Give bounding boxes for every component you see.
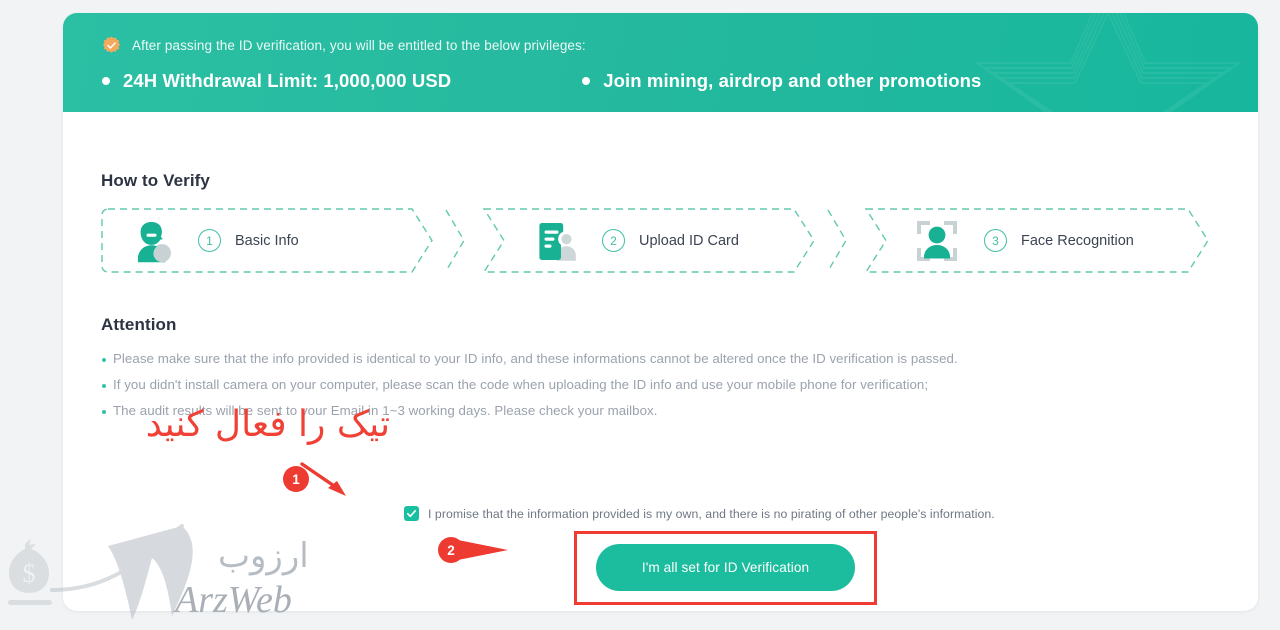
step-basic-info[interactable]: 1 Basic Info xyxy=(100,201,440,280)
step-separator-chevron-icon xyxy=(827,209,847,272)
banner-note-text: After passing the ID verification, you w… xyxy=(132,38,586,53)
perk-label: 24H Withdrawal Limit: 1,000,000 USD xyxy=(123,70,452,91)
step-label: Face Recognition xyxy=(1021,232,1134,249)
consent-row[interactable]: I promise that the information provided … xyxy=(404,506,995,521)
perk-label: Join mining, airdrop and other promotion… xyxy=(603,70,982,91)
step-separator-chevron-icon xyxy=(445,209,465,272)
face-scan-icon xyxy=(912,216,962,266)
step-number: 3 xyxy=(984,229,1007,252)
id-document-icon xyxy=(530,216,580,266)
page-title-how-to-verify: How to Verify xyxy=(101,171,210,190)
perk-item: 24H Withdrawal Limit: 1,000,000 USD xyxy=(102,70,451,92)
annotation-marker-1: 1 xyxy=(283,466,309,492)
privileges-banner: After passing the ID verification, you w… xyxy=(63,13,1258,112)
submit-id-verification-button[interactable]: I'm all set for ID Verification xyxy=(596,544,855,591)
bullet-dot-icon xyxy=(582,77,591,85)
attention-note-text: Please make sure that the info provided … xyxy=(113,351,958,366)
person-badge-icon xyxy=(126,216,176,266)
check-icon xyxy=(406,510,417,518)
consent-checkbox[interactable] xyxy=(404,506,419,521)
step-face-recognition[interactable]: 3 Face Recognition xyxy=(864,201,1216,280)
screenshot-stage: After passing the ID verification, you w… xyxy=(0,0,1280,630)
verification-steps: 1 Basic Info 2 Upload ID Card 3 Face Rec… xyxy=(100,201,1217,280)
star-outline-decoration xyxy=(973,13,1243,112)
perk-item: Join mining, airdrop and other promotion… xyxy=(582,70,981,92)
annotation-persian-instruction: تیک را فعال کنید xyxy=(145,404,390,445)
page-title-attention: Attention xyxy=(101,315,177,334)
step-label: Basic Info xyxy=(235,232,299,249)
submit-highlight-box: I'm all set for ID Verification xyxy=(574,531,877,605)
bullet-dot-icon xyxy=(102,77,110,85)
annotation-marker-2: 2 xyxy=(438,537,464,563)
watermark-persian-text: ارزوب xyxy=(218,536,309,576)
attention-note-text: If you didn't install camera on your com… xyxy=(113,377,929,392)
verified-rosette-icon xyxy=(102,36,121,55)
step-number: 1 xyxy=(198,229,221,252)
bullet-dot-icon xyxy=(102,410,106,414)
banner-note-row: After passing the ID verification, you w… xyxy=(102,36,586,55)
step-upload-id-card[interactable]: 2 Upload ID Card xyxy=(482,201,822,280)
banner-perks-row: 24H Withdrawal Limit: 1,000,000 USD Join… xyxy=(102,70,981,92)
svg-text:$: $ xyxy=(23,559,36,588)
annotation-arrow-1-icon xyxy=(300,462,346,496)
consent-label: I promise that the information provided … xyxy=(428,506,995,521)
list-item: If you didn't install camera on your com… xyxy=(102,376,958,394)
step-label: Upload ID Card xyxy=(639,232,739,249)
bullet-dot-icon xyxy=(102,358,106,362)
list-item: Please make sure that the info provided … xyxy=(102,350,958,368)
money-bag-icon: $ xyxy=(8,538,52,605)
bullet-dot-icon xyxy=(102,384,106,388)
annotation-arrow-2-icon xyxy=(458,540,508,560)
watermark-english-text: ArzWeb xyxy=(175,579,292,621)
step-number: 2 xyxy=(602,229,625,252)
